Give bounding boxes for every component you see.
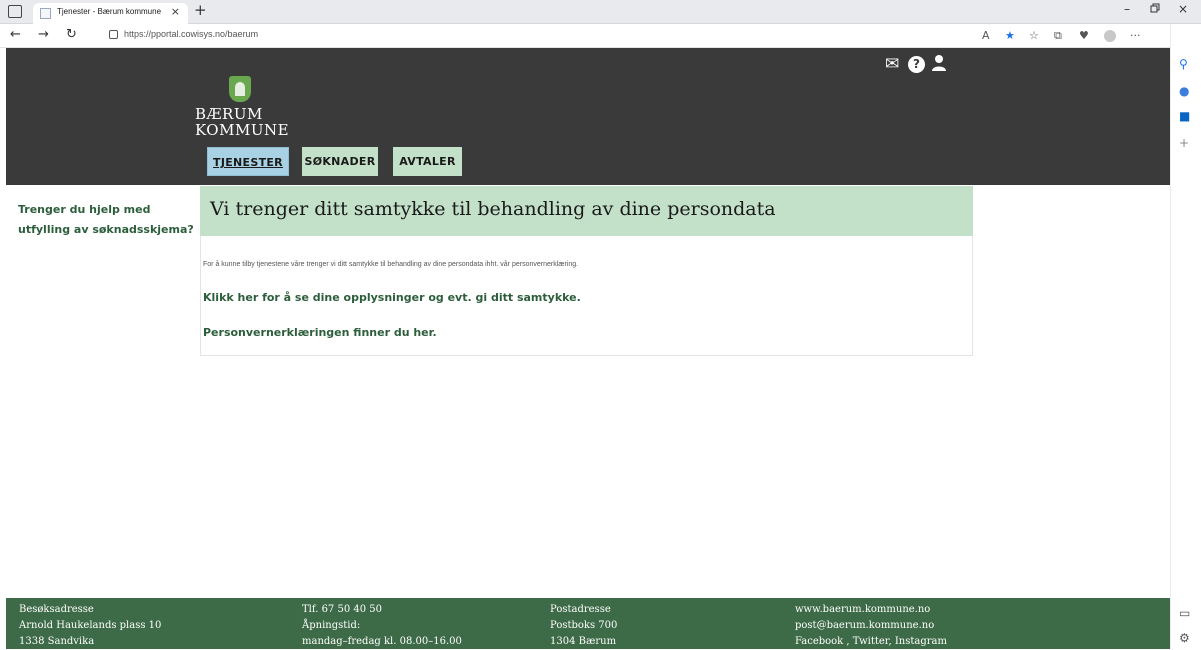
browser-tab-bar: Tjenester - Bærum kommune × + – × — [0, 0, 1201, 24]
site-header: BÆRUM KOMMUNE ✉ ? TJENESTER SØKNADER AVT… — [6, 48, 1170, 185]
tab-actions-icon[interactable] — [8, 5, 22, 18]
new-tab-button[interactable]: + — [194, 1, 207, 19]
heart-icon[interactable]: ♥ — [1079, 29, 1089, 42]
web-page: BÆRUM KOMMUNE ✉ ? TJENESTER SØKNADER AVT… — [6, 48, 1170, 649]
help-link[interactable]: Trenger du hjelp med utfylling av søknad… — [18, 200, 198, 240]
back-arrow-icon[interactable]: ← — [10, 27, 21, 42]
add-sidebar-icon[interactable]: + — [1179, 136, 1189, 150]
page-title: Vi trenger ditt samtykke til behandling … — [210, 198, 776, 220]
logo-text-line2[interactable]: KOMMUNE — [195, 121, 289, 139]
page-favicon-icon — [40, 8, 51, 19]
tab-soknader[interactable]: SØKNADER — [302, 147, 378, 176]
restore-icon — [1150, 3, 1160, 13]
close-window-button[interactable]: × — [1168, 2, 1198, 16]
site-footer: Besøksadresse Arnold Haukelands plass 10… — [6, 598, 1170, 649]
footer-website-link[interactable]: www.baerum.kommune.no — [795, 602, 947, 618]
outlook-icon[interactable]: ■ — [1179, 109, 1190, 123]
more-menu-icon[interactable]: ··· — [1130, 29, 1141, 42]
address-bar: ← → ↻ https://pportal.cowisys.no/baerum … — [0, 24, 1201, 48]
consent-panel-body: For å kunne tilby tjenestene våre trenge… — [200, 236, 973, 356]
footer-postal-address: Postadresse Postboks 700 1304 Bærum — [550, 604, 618, 647]
favorite-star-icon[interactable]: ★ — [1005, 29, 1015, 42]
forward-arrow-icon[interactable]: → — [38, 27, 49, 42]
tab-tjenester[interactable]: TJENESTER — [207, 147, 289, 176]
user-icon[interactable] — [930, 54, 948, 77]
url-field[interactable]: https://pportal.cowisys.no/baerum — [124, 29, 258, 39]
favorites-list-icon[interactable]: ☆ — [1029, 29, 1039, 42]
tab-title: Tjenester - Bærum kommune — [57, 7, 162, 16]
footer-web-links: www.baerum.kommune.no post@baerum.kommun… — [795, 602, 947, 650]
collections-icon[interactable]: ⧉ — [1054, 29, 1062, 43]
restore-button[interactable] — [1140, 2, 1170, 16]
privacy-policy-link[interactable]: Personvernerklæringen finner du her. — [203, 326, 437, 339]
consent-panel-header: Vi trenger ditt samtykke til behandling … — [200, 186, 973, 236]
read-aloud-icon[interactable]: A — [982, 29, 990, 42]
edge-sidebar: ⚲ ● ■ + ▭ ⚙ — [1170, 24, 1201, 649]
split-screen-icon[interactable]: ▭ — [1179, 606, 1190, 620]
tab-close-icon[interactable]: × — [171, 5, 180, 18]
baerum-logo-shield-icon[interactable] — [229, 76, 251, 102]
refresh-icon[interactable]: ↻ — [66, 27, 77, 42]
footer-visiting-address: Besøksadresse Arnold Haukelands plass 10… — [19, 604, 162, 647]
search-icon[interactable]: ⚲ — [1179, 57, 1188, 71]
consent-note: For å kunne tilby tjenestene våre trenge… — [203, 261, 579, 268]
footer-social-links[interactable]: Facebook , Twitter, Instagram — [795, 634, 947, 650]
footer-email-link[interactable]: post@baerum.kommune.no — [795, 618, 947, 634]
footer-contact-hours: Tlf. 67 50 40 50 Åpningstid: mandag–fred… — [302, 604, 462, 647]
settings-gear-icon[interactable]: ⚙ — [1179, 631, 1190, 645]
extension-icon[interactable]: ● — [1179, 84, 1189, 98]
tab-avtaler[interactable]: AVTALER — [393, 147, 462, 176]
browser-tab[interactable]: Tjenester - Bærum kommune × — [33, 3, 188, 24]
help-icon[interactable]: ? — [908, 56, 925, 73]
profile-avatar-icon[interactable] — [1104, 30, 1116, 42]
consent-link[interactable]: Klikk her for å se dine opplysninger og … — [203, 291, 581, 304]
mail-icon[interactable]: ✉ — [885, 54, 899, 74]
minimize-button[interactable]: – — [1112, 2, 1142, 16]
lock-icon[interactable] — [109, 30, 118, 39]
